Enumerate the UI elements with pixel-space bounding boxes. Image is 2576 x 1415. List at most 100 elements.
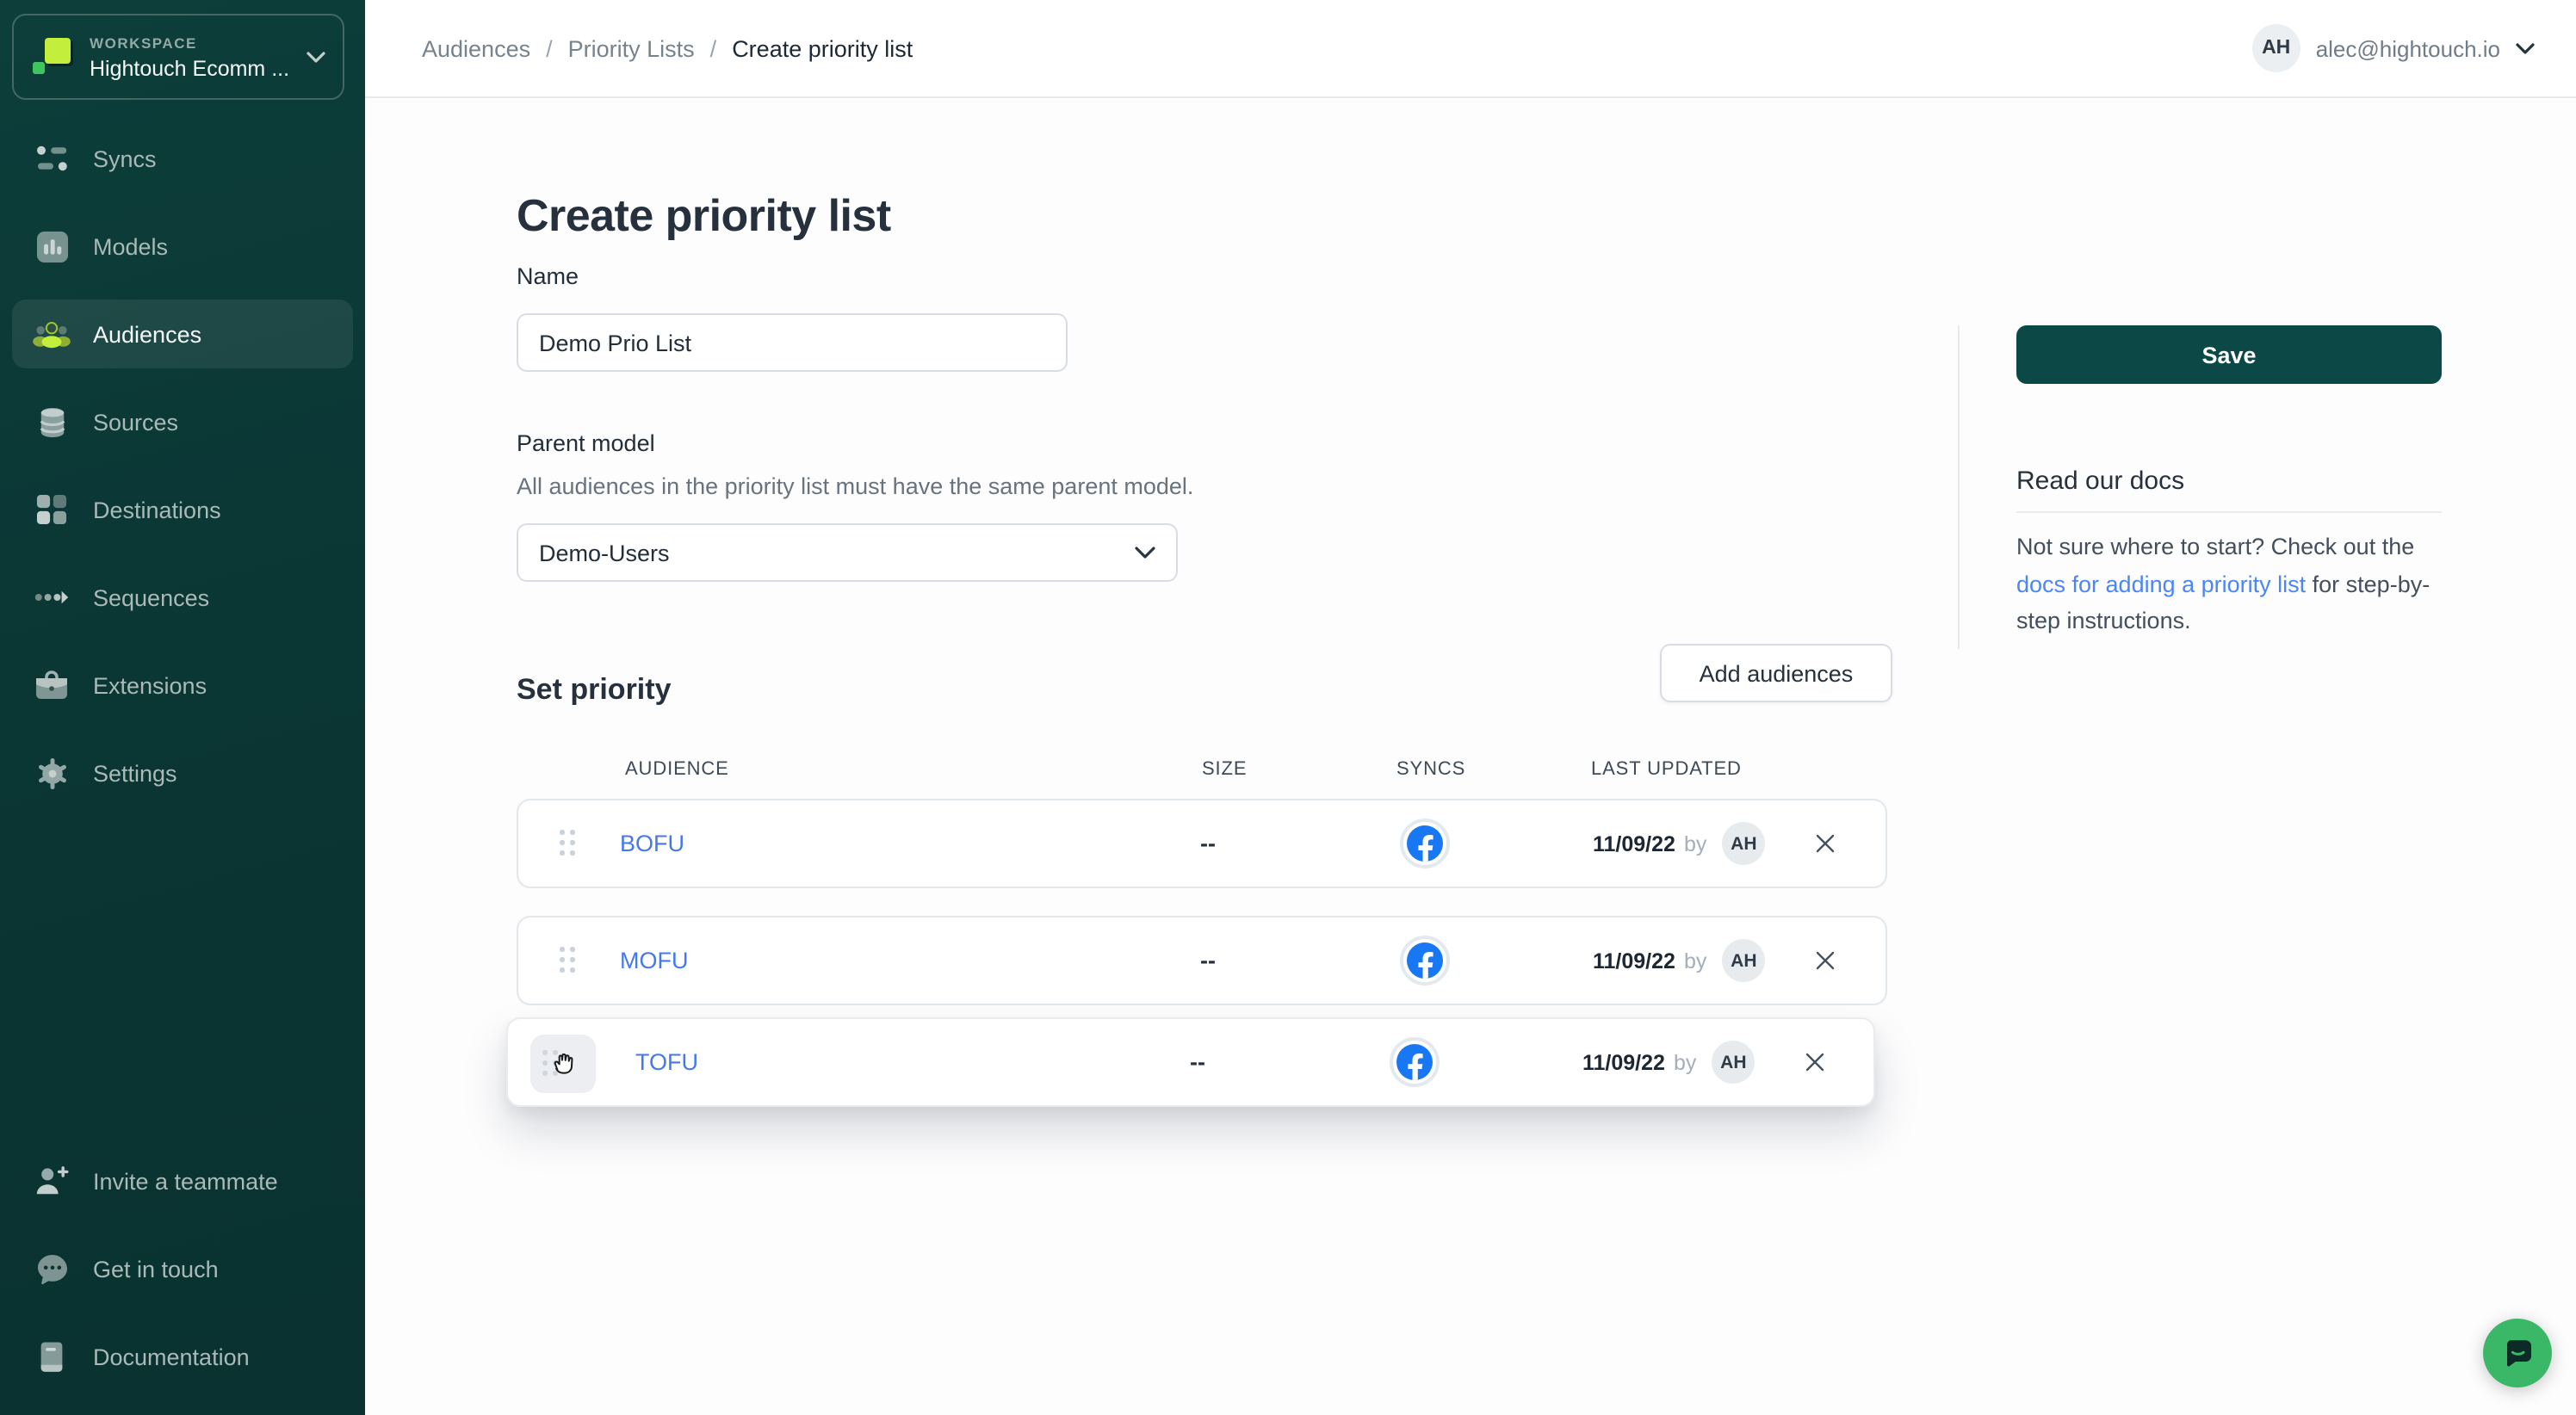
priority-row: MOFU -- 11/09/22 by AH — [517, 916, 1887, 1005]
sidebar-item-label: Sources — [93, 409, 178, 435]
sidebar-item-label: Extensions — [93, 672, 207, 698]
sidebar-item-label: Documentation — [93, 1344, 250, 1369]
name-label: Name — [517, 263, 579, 289]
sidebar-item-syncs[interactable]: Syncs — [12, 124, 353, 193]
breadcrumb: Audiences / Priority Lists / Create prio… — [422, 35, 913, 61]
add-audiences-button[interactable]: Add audiences — [1660, 644, 1892, 702]
chat-smile-icon — [2500, 1336, 2535, 1370]
priority-table-header: AUDIENCE SIZE SYNCS LAST UPDATED — [365, 759, 2576, 783]
chevron-down-icon — [2516, 33, 2535, 64]
drag-handle-active[interactable] — [530, 1035, 596, 1093]
set-priority-title: Set priority — [517, 673, 672, 708]
parent-model-label: Parent model — [517, 430, 655, 456]
workspace-selector[interactable]: WORKSPACE Hightouch Ecomm ... — [12, 14, 344, 100]
avatar: AH — [1712, 1041, 1755, 1084]
sidebar-item-extensions[interactable]: Extensions — [12, 651, 353, 720]
save-button[interactable]: Save — [2016, 325, 2442, 384]
sidebar-item-label: Sequences — [93, 584, 209, 610]
vertical-divider — [1958, 325, 1960, 649]
workspace-name: Hightouch Ecomm ... — [90, 56, 300, 80]
sidebar-item-destinations[interactable]: Destinations — [12, 475, 353, 544]
breadcrumb-separator: / — [546, 35, 553, 61]
chevron-down-icon — [307, 41, 325, 72]
remove-row-icon[interactable] — [1810, 828, 1841, 859]
grab-cursor-icon — [548, 1047, 579, 1078]
page-title: Create priority list — [517, 190, 891, 244]
book-icon — [33, 1339, 71, 1374]
avatar: AH — [1722, 939, 1765, 982]
account-menu[interactable]: AH alec@hightouch.io — [2252, 24, 2535, 72]
user-email: alec@hightouch.io — [2316, 35, 2500, 61]
updated-by-label: by — [1674, 1050, 1696, 1074]
audiences-icon — [33, 317, 71, 351]
sidebar-item-label: Syncs — [93, 145, 157, 171]
destinations-icon — [33, 492, 71, 527]
sidebar-item-audiences[interactable]: Audiences — [12, 300, 353, 368]
docs-link[interactable]: docs for adding a priority list — [2016, 571, 2306, 596]
sidebar-item-documentation[interactable]: Documentation — [12, 1322, 353, 1391]
priority-row: BOFU -- 11/09/22 by AH — [517, 799, 1887, 888]
sidebar-item-sequences[interactable]: Sequences — [12, 563, 353, 632]
breadcrumb-current: Create priority list — [732, 35, 913, 61]
sources-icon — [33, 405, 71, 439]
sidebar-item-get-in-touch[interactable]: Get in touch — [12, 1234, 353, 1303]
sidebar-nav: Syncs Models Audiences Sources — [12, 124, 353, 807]
breadcrumb-separator: / — [710, 35, 717, 61]
drag-handle[interactable] — [560, 830, 574, 855]
audience-link[interactable]: BOFU — [620, 831, 684, 856]
facebook-sync-icon[interactable] — [1400, 819, 1450, 868]
remove-row-icon[interactable] — [1810, 945, 1841, 976]
sidebar-item-label: Destinations — [93, 497, 221, 522]
docs-text: Not sure where to start? Check out the — [2016, 534, 2414, 559]
avatar: AH — [2252, 24, 2300, 72]
breadcrumb-priority-lists[interactable]: Priority Lists — [568, 35, 695, 61]
column-header-size: SIZE — [1202, 759, 1247, 780]
chevron-down-icon — [1135, 537, 1155, 568]
last-updated: 11/09/22 by AH — [1582, 1041, 1755, 1084]
sidebar-item-invite-teammate[interactable]: Invite a teammate — [12, 1146, 353, 1215]
remove-row-icon[interactable] — [1799, 1047, 1830, 1078]
breadcrumb-audiences[interactable]: Audiences — [422, 35, 530, 61]
docs-title: Read our docs — [2016, 467, 2184, 496]
audience-link[interactable]: TOFU — [635, 1049, 698, 1075]
sidebar-item-settings[interactable]: Settings — [12, 738, 353, 807]
sidebar-item-label: Get in touch — [93, 1256, 219, 1282]
sidebar-footer-nav: Invite a teammate Get in touch Documenta… — [12, 1146, 353, 1391]
last-updated: 11/09/22 by AH — [1593, 939, 1765, 982]
parent-model-help: All audiences in the priority list must … — [517, 473, 1193, 499]
extensions-icon — [33, 668, 71, 702]
chat-bubble-icon — [33, 1251, 71, 1286]
app: WORKSPACE Hightouch Ecomm ... Syncs Mode… — [0, 0, 2576, 1415]
docs-paragraph: Not sure where to start? Check out the d… — [2016, 528, 2452, 640]
intercom-chat-button[interactable] — [2483, 1319, 2552, 1387]
facebook-sync-icon[interactable] — [1390, 1037, 1440, 1087]
name-input[interactable] — [517, 313, 1068, 372]
size-value: -- — [1190, 1049, 1205, 1075]
column-header-audience: AUDIENCE — [625, 759, 729, 780]
hightouch-logo-icon — [31, 36, 72, 77]
updated-by-label: by — [1684, 831, 1706, 856]
topbar: Audiences / Priority Lists / Create prio… — [365, 0, 2576, 98]
gear-icon — [33, 756, 71, 790]
workspace-label: WORKSPACE — [90, 34, 300, 51]
sidebar-item-label: Models — [93, 233, 168, 259]
updated-date: 11/09/22 — [1582, 1050, 1665, 1074]
sidebar-item-models[interactable]: Models — [12, 212, 353, 281]
models-icon — [33, 229, 71, 263]
parent-model-value: Demo-Users — [539, 540, 1135, 565]
avatar: AH — [1722, 822, 1765, 865]
sidebar: WORKSPACE Hightouch Ecomm ... Syncs Mode… — [0, 0, 365, 1415]
audience-link[interactable]: MOFU — [620, 948, 689, 973]
updated-date: 11/09/22 — [1593, 948, 1675, 973]
sidebar-item-sources[interactable]: Sources — [12, 387, 353, 456]
syncs-icon — [33, 141, 71, 176]
parent-model-select[interactable]: Demo-Users — [517, 523, 1178, 582]
facebook-sync-icon[interactable] — [1400, 936, 1450, 986]
column-header-syncs: SYNCS — [1396, 759, 1465, 780]
last-updated: 11/09/22 by AH — [1593, 822, 1765, 865]
docs-divider — [2016, 511, 2442, 513]
size-value: -- — [1200, 948, 1216, 973]
drag-handle[interactable] — [560, 947, 574, 972]
sidebar-item-label: Invite a teammate — [93, 1168, 278, 1194]
sidebar-item-label: Settings — [93, 760, 177, 786]
